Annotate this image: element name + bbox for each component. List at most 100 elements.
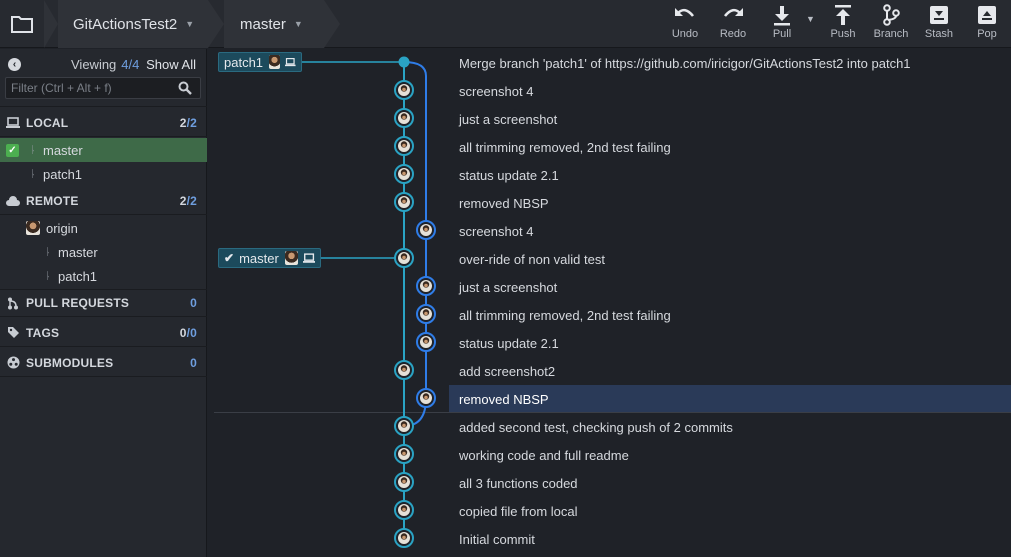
breadcrumb-separator xyxy=(44,0,58,48)
commit-row[interactable]: status update 2.1 xyxy=(449,161,1011,189)
branch-icon: ᚿ xyxy=(30,168,36,180)
viewing-count: 4 xyxy=(121,56,129,72)
commit-row[interactable]: just a screenshot xyxy=(449,105,1011,133)
commit-row[interactable]: all trimming removed, 2nd test failing xyxy=(449,301,1011,329)
repo-breadcrumb[interactable]: GitActionsTest2 ▼ xyxy=(58,0,208,48)
tags-total: /0 xyxy=(186,325,197,340)
sidebar-item-origin-master[interactable]: ᚿ master xyxy=(0,240,207,264)
avatar xyxy=(402,171,406,176)
remote-section-header[interactable]: REMOTE 2/2 xyxy=(0,187,207,215)
commit-message: all 3 functions coded xyxy=(459,475,578,491)
submodules-count: 0 xyxy=(190,355,197,370)
commit-message: removed NBSP xyxy=(459,391,549,407)
push-label: Push xyxy=(830,28,856,40)
pull-requests-section-header[interactable]: PULL REQUESTS 0 xyxy=(0,289,207,317)
commit-message: added second test, checking push of 2 co… xyxy=(459,419,733,435)
commit-row[interactable]: all 3 functions coded xyxy=(449,469,1011,497)
pull-requests-title: PULL REQUESTS xyxy=(26,296,130,310)
avatar xyxy=(269,55,281,69)
local-total: /2 xyxy=(186,115,197,130)
push-button[interactable]: Push xyxy=(820,4,866,46)
stash-button[interactable]: Stash xyxy=(916,4,962,46)
commit-message: removed NBSP xyxy=(459,195,549,211)
commit-row[interactable]: just a screenshot xyxy=(449,273,1011,301)
badge-label-patch1: patch1 xyxy=(224,54,264,70)
sidebar: ‹ Viewing 4 /4 Show All LOCAL 2/2 ✓ ᚿ ma… xyxy=(0,49,207,557)
search-icon xyxy=(178,81,192,95)
redo-label: Redo xyxy=(719,28,747,40)
commit-row[interactable]: removed NBSP xyxy=(449,385,1011,413)
commit-row[interactable]: working code and full readme xyxy=(449,441,1011,469)
pop-button[interactable]: Pop xyxy=(964,4,1010,46)
submodule-icon xyxy=(6,356,20,369)
sidebar-item-origin[interactable]: origin xyxy=(0,216,207,240)
avatar xyxy=(424,311,428,316)
branch-badge-patch1[interactable]: patch1 xyxy=(218,52,302,72)
local-section-header[interactable]: LOCAL 2/2 xyxy=(0,109,207,137)
commit-row[interactable]: removed NBSP xyxy=(449,189,1011,217)
commit-message: status update 2.1 xyxy=(459,167,559,183)
avatar xyxy=(402,199,406,204)
commit-row[interactable]: Initial commit xyxy=(449,525,1011,553)
avatar xyxy=(402,479,406,484)
commit-message: working code and full readme xyxy=(459,447,629,463)
commit-row[interactable]: all trimming removed, 2nd test failing xyxy=(449,133,1011,161)
commit-row[interactable]: screenshot 4 xyxy=(449,217,1011,245)
commit-row[interactable]: over-ride of non valid test xyxy=(449,245,1011,273)
sidebar-item-master[interactable]: ✓ ᚿ master xyxy=(0,138,207,162)
breadcrumb-separator xyxy=(324,0,340,48)
avatar xyxy=(424,395,428,400)
commit-row[interactable]: status update 2.1 xyxy=(449,329,1011,357)
show-all-link[interactable]: Show All xyxy=(146,57,196,72)
commit-message: Merge branch 'patch1' of https://github.… xyxy=(459,55,911,71)
avatar xyxy=(284,251,298,265)
commit-message: over-ride of non valid test xyxy=(459,251,605,267)
undo-button[interactable]: Undo xyxy=(662,4,708,46)
collapse-sidebar-icon[interactable]: ‹ xyxy=(8,57,21,71)
commit-graph-panel: Merge branch 'patch1' of https://github.… xyxy=(208,49,1011,557)
commit-row[interactable]: copied file from local xyxy=(449,497,1011,525)
filter-input[interactable] xyxy=(6,78,174,98)
branch-icon: ᚿ xyxy=(45,246,51,258)
redo-button[interactable]: Redo xyxy=(710,4,756,46)
avatar xyxy=(402,87,406,92)
branch-badge-master[interactable]: ✔ master xyxy=(218,248,321,268)
avatar xyxy=(402,255,406,260)
avatar xyxy=(402,115,406,120)
branch-label: Branch xyxy=(873,28,909,40)
remote-branch-patch1: patch1 xyxy=(58,268,98,284)
sidebar-item-origin-patch1[interactable]: ᚿ patch1 xyxy=(0,264,207,288)
local-count: 2 xyxy=(179,115,187,130)
tags-section-header[interactable]: TAGS 0/0 xyxy=(0,319,207,347)
commit-row[interactable]: add screenshot2 xyxy=(449,357,1011,385)
avatar xyxy=(402,143,406,148)
commit-row[interactable]: Merge branch 'patch1' of https://github.… xyxy=(449,49,1011,77)
tag-icon xyxy=(6,326,20,339)
avatar xyxy=(402,423,406,428)
stash-label: Stash xyxy=(924,28,954,40)
commit-message: screenshot 4 xyxy=(459,223,534,239)
badge-label-master: master xyxy=(239,250,279,266)
commit-message: just a screenshot xyxy=(459,111,558,127)
pull-icon xyxy=(774,6,790,26)
local-branch-master: master xyxy=(43,142,83,158)
commit-message: all trimming removed, 2nd test failing xyxy=(459,307,671,323)
sidebar-item-patch1[interactable]: ᚿ patch1 xyxy=(0,162,207,186)
pull-button[interactable]: Pull xyxy=(759,4,805,46)
open-repo-button[interactable] xyxy=(0,0,44,48)
commit-message: just a screenshot xyxy=(459,279,558,295)
commit-row[interactable]: screenshot 4 xyxy=(449,77,1011,105)
divider xyxy=(0,106,207,107)
pull-options-dropdown[interactable]: ▼ xyxy=(806,14,815,24)
filter-box xyxy=(5,77,201,99)
commit-row[interactable]: added second test, checking push of 2 co… xyxy=(449,413,1011,441)
chevron-down-icon: ▼ xyxy=(293,19,303,29)
remote-origin: origin xyxy=(46,220,78,236)
avatar xyxy=(402,535,406,540)
local-title: LOCAL xyxy=(26,115,69,130)
remote-branch-master: master xyxy=(58,244,98,260)
branch-breadcrumb[interactable]: master ▼ xyxy=(224,0,324,48)
commit-message: status update 2.1 xyxy=(459,335,559,351)
branch-button[interactable]: Branch xyxy=(868,4,914,46)
submodules-section-header[interactable]: SUBMODULES 0 xyxy=(0,349,207,377)
